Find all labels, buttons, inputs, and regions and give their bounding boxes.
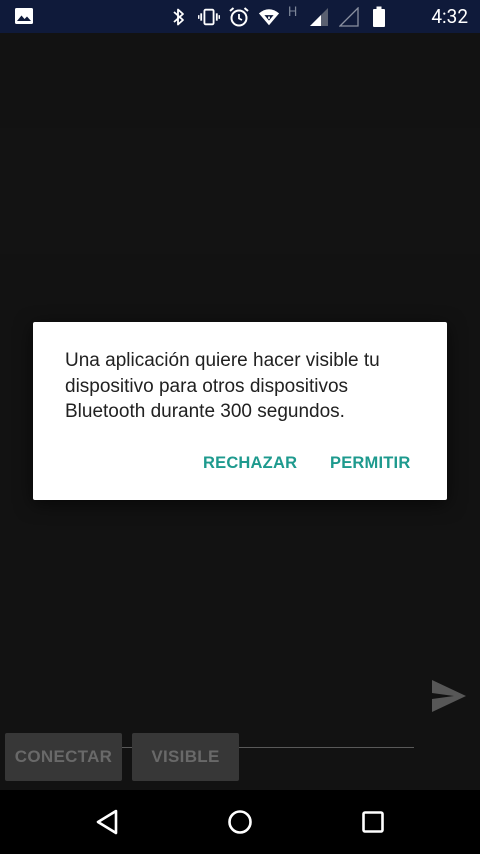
alarm-icon <box>228 6 250 28</box>
vibrate-icon <box>198 6 220 28</box>
battery-icon <box>368 6 390 28</box>
wifi-icon <box>258 6 280 28</box>
navigation-bar <box>0 790 480 854</box>
recents-icon <box>362 811 384 833</box>
nav-recents-button[interactable] <box>355 804 391 840</box>
phone-screen: H 4:32 CONECTAR VISIBLE Una aplicación q… <box>0 0 480 854</box>
image-icon <box>14 7 34 25</box>
status-bar: H 4:32 <box>0 0 480 33</box>
back-icon <box>96 809 118 835</box>
dialog-message: Una aplicación quiere hacer visible tu d… <box>65 350 380 422</box>
home-icon <box>228 810 252 834</box>
status-icons: H <box>168 4 390 28</box>
status-time: 4:32 <box>431 5 468 28</box>
deny-button[interactable]: RECHAZAR <box>203 448 297 478</box>
allow-button[interactable]: PERMITIR <box>330 448 410 478</box>
bluetooth-visibility-dialog: Una aplicación quiere hacer visible tu d… <box>33 322 447 500</box>
signal-empty-icon <box>338 6 360 28</box>
nav-back-button[interactable] <box>89 804 125 840</box>
nav-home-button[interactable] <box>222 804 258 840</box>
network-type-label: H <box>288 4 298 20</box>
signal-icon <box>308 6 330 28</box>
bluetooth-icon <box>168 6 190 28</box>
